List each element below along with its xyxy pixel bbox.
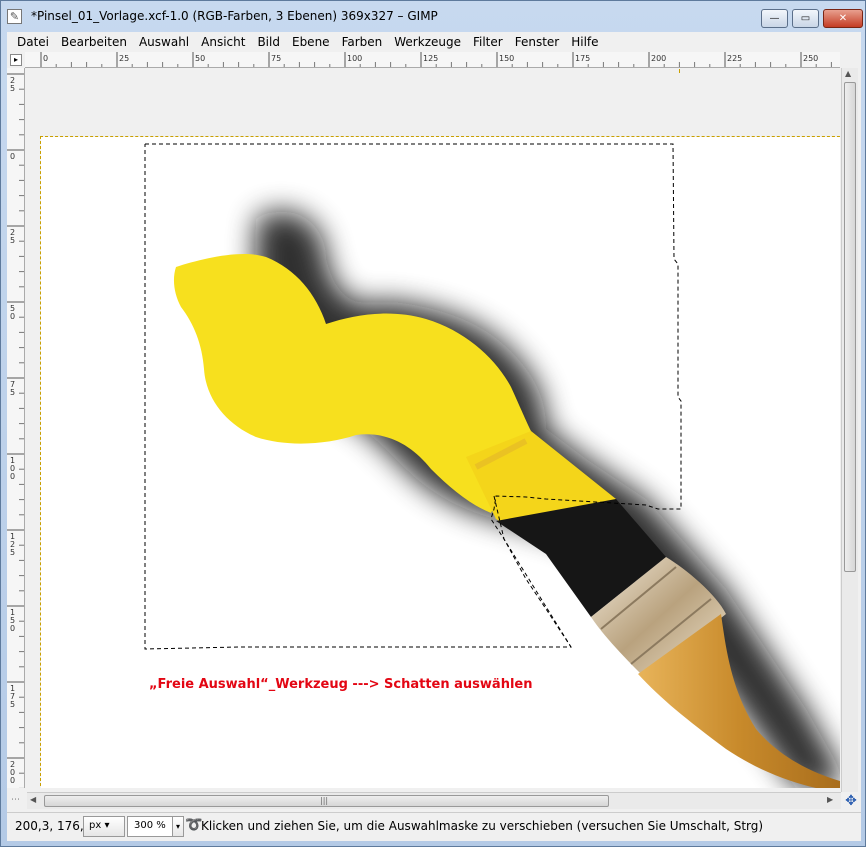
menu-werkzeuge[interactable]: Werkzeuge [388, 35, 467, 49]
maximize-icon: ▭ [800, 13, 811, 24]
scroll-grip-icon: ||| [320, 796, 329, 805]
menu-bild[interactable]: Bild [251, 35, 286, 49]
window-title: *Pinsel_01_Vorlage.xcf-1.0 (RGB-Farben, … [31, 9, 438, 23]
vruler-label: 5 [10, 84, 15, 93]
hruler-label: 75 [271, 54, 281, 63]
unit-select[interactable]: px ▾ [83, 816, 125, 837]
scroll-right-icon[interactable]: ▶ [827, 795, 833, 804]
menu-ansicht[interactable]: Ansicht [195, 35, 251, 49]
minimize-icon: — [769, 13, 780, 24]
horizontal-ruler[interactable]: 0 25 50 75 100 125 150 175 200 225 250 [25, 52, 840, 68]
vruler-label: 0 [10, 472, 15, 481]
vertical-scroll-thumb[interactable] [844, 82, 856, 572]
layer-boundary-right-mark [679, 69, 680, 73]
menu-bar: Datei Bearbeiten Auswahl Ansicht Bild Ebene Fa… [7, 32, 861, 52]
hruler-label: 0 [43, 54, 48, 63]
vruler-label: 0 [10, 776, 15, 785]
hruler-label: 100 [347, 54, 362, 63]
zoom-input[interactable]: 300 % [127, 816, 173, 837]
chevron-down-icon: ▾ [104, 820, 110, 831]
maximize-button[interactable]: ▭ [792, 9, 819, 28]
gimp-brush-icon[interactable]: ✎ [7, 9, 22, 24]
hruler-label: 25 [119, 54, 129, 63]
horizontal-ruler-ticks: 0 25 50 75 100 125 150 175 200 225 250 [40, 52, 832, 67]
menu-filter[interactable]: Filter [467, 35, 509, 49]
quick-mask-toggle[interactable]: ▸ [10, 54, 22, 66]
menu-ebene[interactable]: Ebene [286, 35, 336, 49]
vertical-ruler[interactable]: 250255075100125150175200225 [7, 68, 25, 788]
vruler-label: 0 [10, 152, 15, 161]
title-bar[interactable]: ✎ *Pinsel_01_Vorlage.xcf-1.0 (RGB-Farben… [1, 1, 865, 31]
menu-hilfe[interactable]: Hilfe [565, 35, 604, 49]
image-canvas[interactable]: „Freie Auswahl“_Werkzeug ---> Schatten a… [26, 69, 840, 788]
hruler-label: 125 [423, 54, 438, 63]
tutorial-annotation: „Freie Auswahl“_Werkzeug ---> Schatten a… [149, 677, 533, 692]
image-window-workarea: ▸ 0 25 50 75 100 125 150 175 200 225 250 250255075… [7, 52, 861, 841]
minimize-button[interactable]: — [761, 9, 788, 28]
scroll-up-icon[interactable]: ▲ [845, 69, 851, 78]
gimp-window: ✎ *Pinsel_01_Vorlage.xcf-1.0 (RGB-Farben… [0, 0, 866, 847]
vruler-label: 5 [10, 548, 15, 557]
menu-auswahl[interactable]: Auswahl [133, 35, 195, 49]
zoom-value: 300 % [134, 820, 166, 831]
vertical-scrollbar[interactable]: ▲ [841, 68, 858, 792]
close-icon: ✕ [838, 13, 848, 24]
status-message: Klicken und ziehen Sie, um die Auswahlma… [201, 819, 764, 833]
menu-bearbeiten[interactable]: Bearbeiten [55, 35, 133, 49]
menu-fenster[interactable]: Fenster [509, 35, 566, 49]
hruler-label: 50 [195, 54, 205, 63]
vruler-label: 5 [10, 388, 15, 397]
chevron-down-icon: ▾ [175, 822, 180, 831]
status-bar: 200,3, 176,3 px ▾ 300 % ▾ ➰ Klicken und … [7, 812, 861, 840]
horizontal-scrollbar[interactable]: ◀ ||| ▶ [27, 792, 841, 809]
vertical-ruler-ticks: 250255075100125150175200225 [7, 73, 24, 788]
hruler-label: 200 [651, 54, 666, 63]
zoom-dropdown-button[interactable]: ▾ [172, 816, 184, 837]
vruler-label: 5 [10, 700, 15, 709]
lasso-icon: ➰ [185, 817, 203, 833]
pointer-coordinates: 200,3, 176,3 [15, 819, 92, 833]
hruler-label: 225 [727, 54, 742, 63]
scroll-left-icon[interactable]: ◀ [30, 795, 36, 804]
menu-farben[interactable]: Farben [336, 35, 389, 49]
vruler-label: 0 [10, 624, 15, 633]
navigate-arrows-icon[interactable]: ✥ [843, 793, 859, 809]
close-button[interactable]: ✕ [823, 9, 863, 28]
hruler-label: 175 [575, 54, 590, 63]
menu-datei[interactable]: Datei [11, 35, 55, 49]
vruler-label: 5 [10, 236, 15, 245]
quick-mask-icon[interactable]: ⋯ [11, 795, 20, 805]
hruler-label: 150 [499, 54, 514, 63]
horizontal-scroll-thumb[interactable]: ||| [44, 795, 609, 807]
vruler-label: 0 [10, 312, 15, 321]
unit-value: px [89, 820, 102, 831]
hruler-label: 250 [803, 54, 818, 63]
